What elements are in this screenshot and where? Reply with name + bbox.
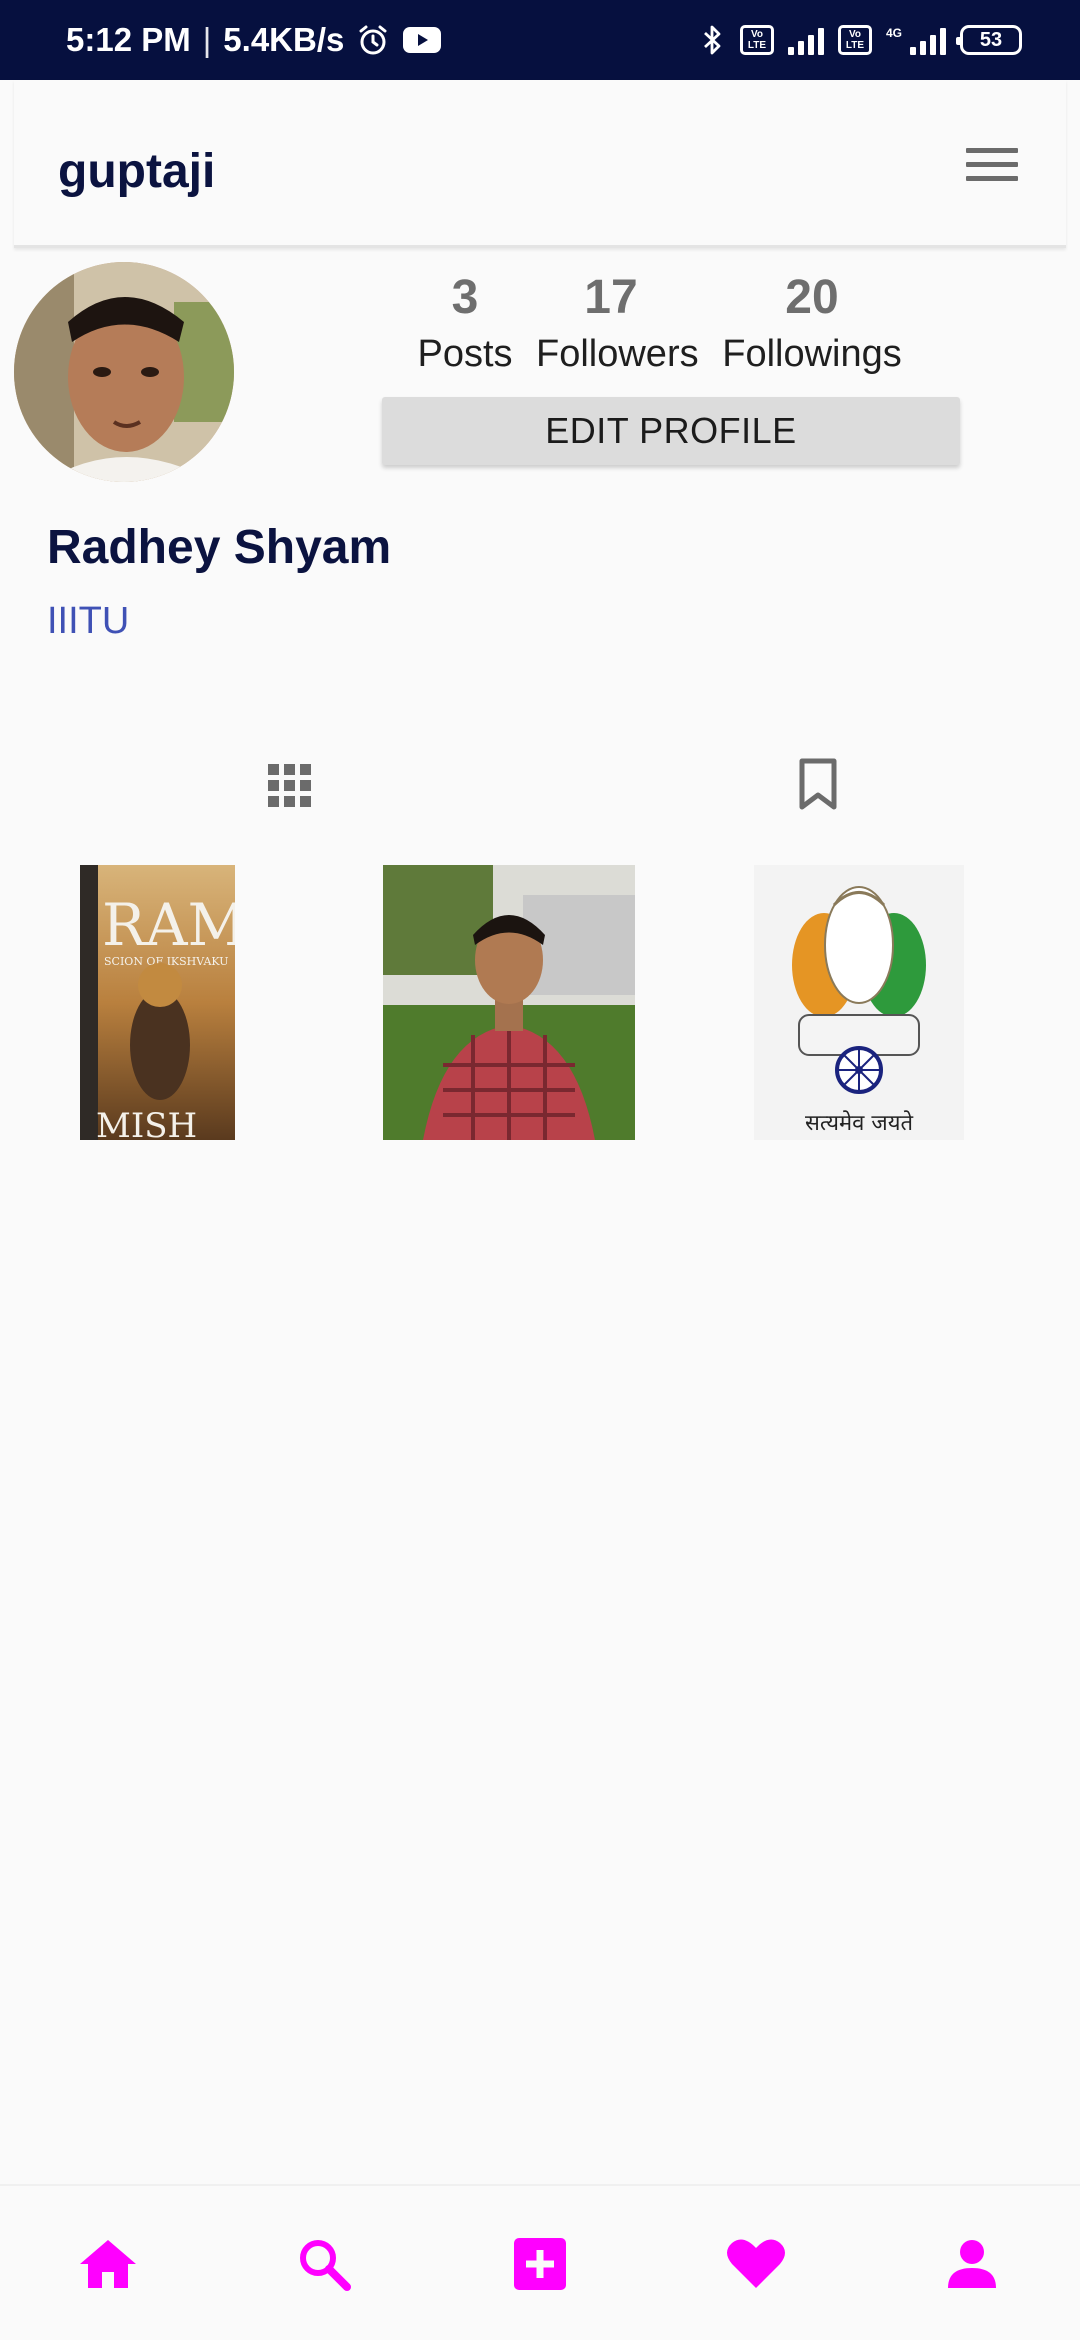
battery-icon: 53	[956, 25, 1022, 55]
bluetooth-icon	[700, 23, 726, 57]
youtube-icon	[402, 25, 442, 55]
followings-count: 20	[785, 271, 839, 324]
home-icon[interactable]	[76, 2232, 140, 2296]
status-left: 5:12 PM | 5.4KB/s	[66, 21, 442, 59]
post-thumbnail[interactable]	[383, 865, 635, 1140]
followings-label: Followings	[722, 333, 902, 375]
cover-author: MISH	[96, 1106, 197, 1140]
signal-icon	[787, 25, 824, 55]
posts-label: Posts	[417, 333, 513, 375]
add-post-icon[interactable]	[508, 2232, 572, 2296]
profile-stats: 3 Posts 17 Followers 20 Followings	[400, 268, 940, 378]
status-time: 5:12 PM	[66, 21, 191, 58]
bottom-nav	[0, 2184, 1080, 2340]
avatar[interactable]	[14, 262, 234, 482]
status-separator: |	[202, 21, 212, 58]
alarm-icon	[356, 23, 390, 57]
post-thumbnail[interactable]: RAM SCION OF IKSHVAKU MISH	[80, 865, 235, 1140]
status-bar: 5:12 PM | 5.4KB/s Vo LTE Vo LTE 4G 53	[0, 0, 1080, 80]
username-title: guptaji	[58, 145, 216, 198]
volte-icon: Vo LTE	[837, 25, 872, 55]
stat-followings[interactable]: 20 Followings	[720, 268, 904, 380]
network-speed: 5.4KB/s	[223, 21, 345, 58]
grid-icon[interactable]	[262, 758, 318, 814]
stat-posts[interactable]: 3 Posts	[410, 268, 520, 380]
followers-count: 17	[584, 271, 638, 324]
cover-title: RAM	[102, 891, 235, 959]
app-header: guptaji	[14, 80, 1066, 248]
volte-icon: Vo LTE	[739, 25, 774, 55]
profile-icon[interactable]	[940, 2232, 1004, 2296]
network-type-label: 4G	[885, 26, 902, 40]
edit-profile-button[interactable]: EDIT PROFILE	[382, 397, 960, 465]
battery-level: 53	[979, 28, 1003, 51]
search-icon[interactable]	[292, 2232, 356, 2296]
profile-name: Radhey Shyam	[47, 521, 392, 574]
stat-followers[interactable]: 17 Followers	[536, 268, 699, 380]
status-right: Vo LTE Vo LTE 4G 53	[700, 23, 1022, 57]
heart-icon[interactable]	[724, 2232, 788, 2296]
emblem-caption: सत्यमेव जयते	[805, 1110, 913, 1136]
bookmark-icon[interactable]	[790, 754, 846, 814]
followers-label: Followers	[536, 333, 699, 375]
post-thumbnail[interactable]: सत्यमेव जयते	[754, 865, 964, 1140]
posts-count: 3	[451, 271, 479, 324]
hamburger-menu-icon[interactable]	[966, 148, 1018, 186]
profile-bio: IIITU	[47, 600, 130, 642]
signal-icon	[910, 25, 946, 55]
